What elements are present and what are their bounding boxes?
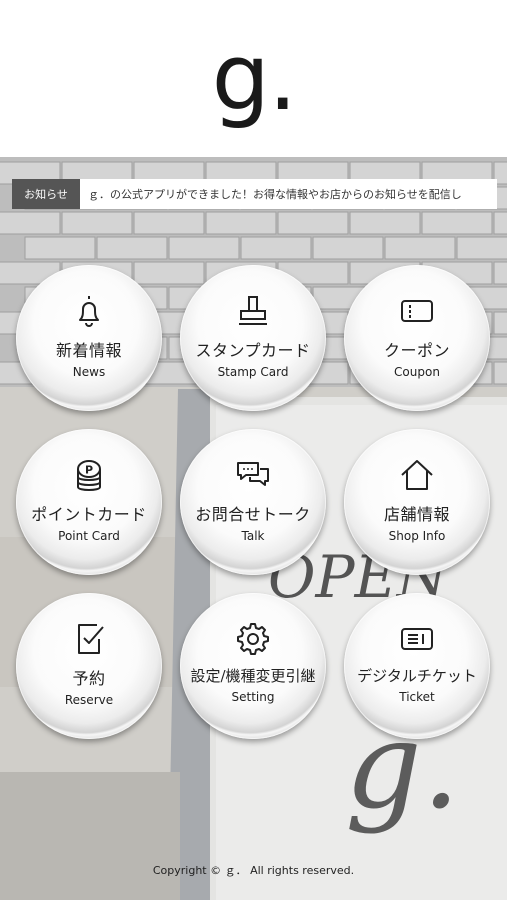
notice-bar[interactable]: お知らせ ｇ．の公式アプリができました！お得な情報やお店からのお知らせを配信し	[12, 179, 497, 209]
point-card-label: ポイントカード	[31, 505, 147, 524]
setting-sublabel: Setting	[231, 690, 275, 704]
stamp-card-label: スタンプカード	[195, 341, 311, 360]
brand-logo: g.	[211, 24, 298, 131]
setting-button[interactable]: 設定/機種変更引継 Setting	[180, 593, 326, 739]
talk-button[interactable]: お問合せトーク Talk	[180, 429, 326, 575]
stamp-card-sublabel: Stamp Card	[217, 365, 289, 379]
coupon-button[interactable]: クーポン Coupon	[344, 265, 490, 411]
point-card-sublabel: Point Card	[58, 529, 120, 543]
chat-icon	[233, 455, 273, 495]
bell-icon	[69, 291, 109, 331]
news-button[interactable]: 新着情報 News	[16, 265, 162, 411]
stamp-card-button[interactable]: スタンプカード Stamp Card	[180, 265, 326, 411]
app-header: g.	[0, 0, 507, 157]
coins-icon: P	[69, 455, 109, 495]
copyright-text: Copyright © ｇ． All rights reserved.	[152, 864, 355, 877]
coupon-icon	[397, 291, 437, 331]
reserve-label: 予約	[72, 669, 106, 688]
ticket-button[interactable]: デジタルチケット Ticket	[344, 593, 490, 739]
svg-text:P: P	[85, 464, 93, 477]
ticket-label: デジタルチケット	[357, 667, 477, 685]
notice-ticker[interactable]: ｇ．の公式アプリができました！お得な情報やお店からのお知らせを配信し	[80, 179, 497, 209]
ticket-sublabel: Ticket	[399, 690, 435, 704]
coupon-label: クーポン	[383, 341, 450, 360]
shop-info-label: 店舗情報	[383, 505, 450, 524]
stamp-icon	[233, 291, 273, 331]
news-label: 新着情報	[55, 341, 122, 360]
shop-info-sublabel: Shop Info	[388, 529, 446, 543]
checklist-icon	[69, 619, 109, 659]
gear-icon	[233, 619, 273, 659]
ticket-icon	[397, 619, 437, 659]
talk-sublabel: Talk	[241, 529, 265, 543]
main-content: OPEN g. お知らせ ｇ．の公式アプリができました！お得な情報やお店からのお…	[0, 157, 507, 900]
setting-label: 設定/機種変更引継	[190, 667, 316, 685]
reserve-button[interactable]: 予約 Reserve	[16, 593, 162, 739]
point-card-button[interactable]: P ポイントカード Point Card	[16, 429, 162, 575]
reserve-sublabel: Reserve	[64, 693, 114, 707]
house-icon	[397, 455, 437, 495]
coupon-sublabel: Coupon	[394, 365, 440, 379]
news-sublabel: News	[72, 365, 106, 379]
shop-info-button[interactable]: 店舗情報 Shop Info	[344, 429, 490, 575]
notice-label: お知らせ	[12, 179, 80, 209]
talk-label: お問合せトーク	[195, 505, 311, 524]
